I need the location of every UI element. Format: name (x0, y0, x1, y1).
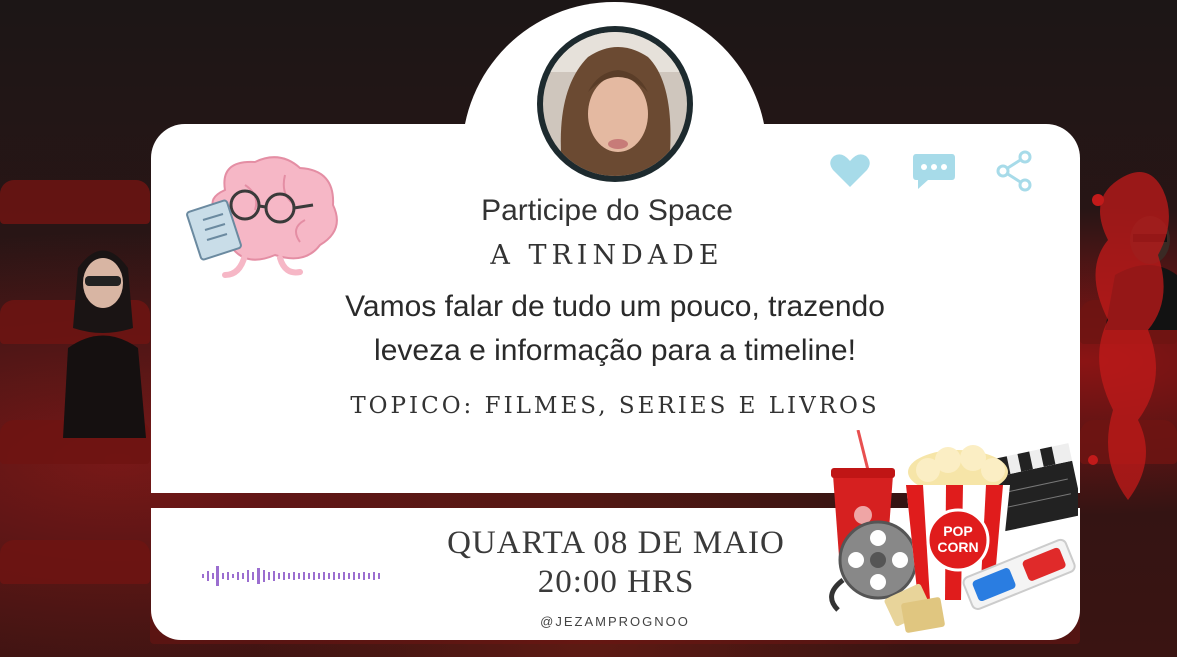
seat-row (0, 180, 150, 224)
host-avatar[interactable] (537, 26, 693, 182)
space-description: Vamos falar de tudo um pouco, trazendo l… (250, 285, 980, 373)
description-line: Vamos falar de tudo um pouco, trazendo (345, 290, 885, 323)
space-topic: TOPICO: FILMES, SERIES E LIVROS (350, 393, 880, 419)
event-time: 20:00 HRS (537, 564, 695, 600)
svg-text:CORN: CORN (937, 539, 978, 555)
seat-row (0, 540, 150, 584)
description-line: leveza e informação para a timeline! (374, 334, 856, 367)
host-photo (543, 32, 687, 176)
space-name: A TRINDADE (490, 240, 724, 271)
heart-icon[interactable] (829, 153, 871, 189)
paint-splatter (1088, 172, 1169, 500)
moviegoer-photo (63, 250, 146, 438)
popcorn-cinema-sticker: POP CORN (829, 430, 1078, 633)
author-handle: @JEZAMPROGNOO (540, 614, 690, 629)
event-date: QUARTA 08 DE MAIO (447, 525, 785, 561)
svg-text:POP: POP (943, 523, 973, 539)
audio-wave-icon (202, 566, 380, 586)
card-title: Participe do Space (481, 194, 733, 227)
comment-icon[interactable] (912, 152, 956, 190)
share-icon[interactable] (995, 150, 1033, 192)
